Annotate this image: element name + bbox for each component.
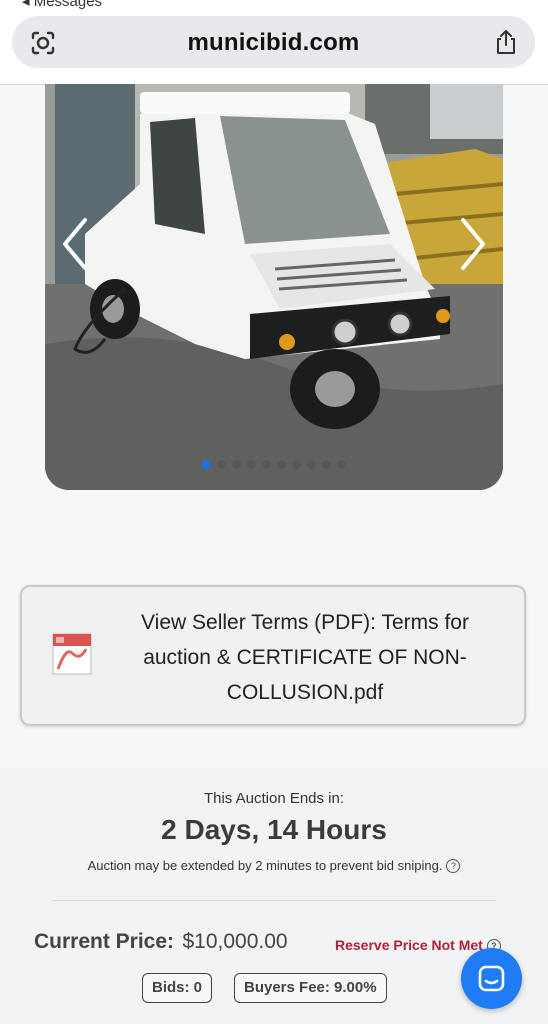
next-image-arrow[interactable]	[455, 214, 491, 274]
carousel-dot[interactable]	[277, 460, 286, 469]
carousel-dot[interactable]	[217, 460, 226, 469]
carousel-dot[interactable]	[232, 460, 241, 469]
address-bar[interactable]: municibid.com	[12, 16, 535, 68]
url-text[interactable]: municibid.com	[12, 29, 535, 57]
back-to-messages-link[interactable]: ◂ Messages	[22, 0, 102, 10]
previous-image-arrow[interactable]	[57, 214, 93, 274]
current-price-value: $10,000.00	[182, 930, 288, 953]
chat-button[interactable]	[461, 948, 522, 1009]
chat-icon	[478, 965, 505, 992]
reserve-status: Reserve Price Not Met?	[335, 937, 501, 953]
carousel-dot[interactable]	[337, 460, 346, 469]
auction-countdown: 2 Days, 14 Hours	[161, 814, 387, 845]
share-icon[interactable]	[493, 28, 519, 56]
seller-terms-line-1: View Seller Terms (PDF): Terms for	[141, 611, 469, 634]
current-price-label: Current Price:	[34, 930, 175, 953]
pdf-file-icon	[52, 633, 92, 675]
carousel-dot[interactable]	[292, 460, 301, 469]
carousel-dot[interactable]	[322, 460, 331, 469]
auction-ends-label: This Auction Ends in:	[203, 790, 345, 807]
divider	[52, 900, 496, 901]
buyers-fee-badge[interactable]: Buyers Fee: 9.00%	[234, 973, 387, 1003]
seller-terms-line-2: auction & CERTIFICATE OF NON-	[143, 646, 467, 669]
carousel-dot[interactable]	[262, 460, 271, 469]
help-icon[interactable]: ?	[446, 859, 461, 873]
current-price-row: Current Price: $10,000.00	[34, 930, 288, 954]
bid-sniping-text: Auction may be extended by 2 minutes to …	[87, 858, 443, 873]
browser-toolbar: ◂ Messages municibid.com	[0, 0, 548, 85]
seller-terms-pdf-link[interactable]: View Seller Terms (PDF): Terms for aucti…	[20, 585, 526, 726]
reserve-status-text: Reserve Price Not Met	[335, 937, 483, 953]
seller-terms-line-3: COLLUSION.pdf	[226, 681, 384, 704]
carousel-dot[interactable]	[247, 460, 256, 469]
bids-count-badge[interactable]: Bids: 0	[142, 973, 213, 1003]
carousel-dot[interactable]	[307, 460, 316, 469]
bid-sniping-note: Auction may be extended by 2 minutes to …	[0, 858, 548, 873]
vehicle-photo	[45, 84, 503, 490]
carousel-dot[interactable]	[202, 460, 211, 469]
image-carousel[interactable]	[45, 84, 503, 490]
carousel-indicator[interactable]	[45, 456, 503, 474]
